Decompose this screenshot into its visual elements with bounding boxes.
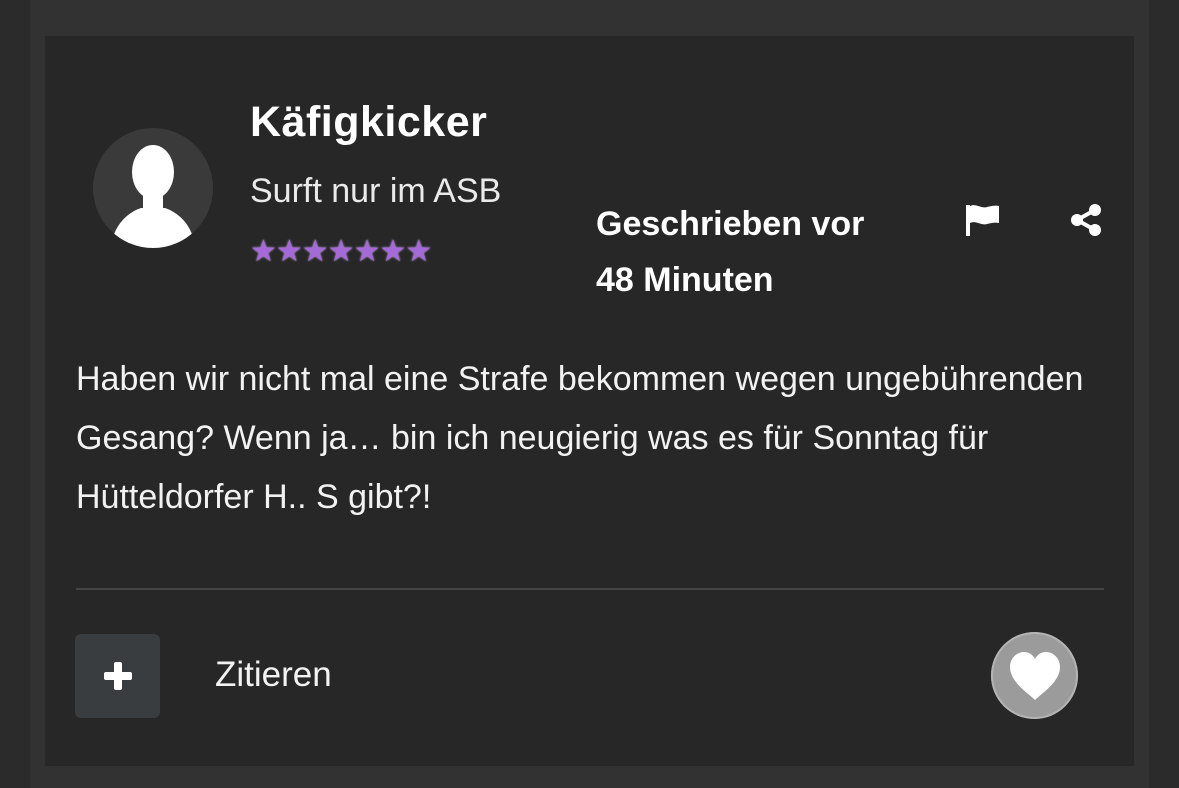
- avatar[interactable]: [93, 128, 213, 248]
- author-rank: Surft nur im ASB: [250, 172, 502, 210]
- posted-label: Geschrieben vor: [596, 205, 865, 243]
- post-content: Haben wir nicht mal eine Strafe bekommen…: [76, 360, 1084, 516]
- report-button[interactable]: [960, 198, 1004, 242]
- share-icon: [1071, 204, 1101, 236]
- posted-time: 48 Minuten: [596, 261, 774, 299]
- flag-icon: [966, 205, 999, 236]
- plus-icon: [103, 662, 132, 690]
- multiquote-button[interactable]: [75, 634, 160, 718]
- share-button[interactable]: [1064, 198, 1108, 242]
- user-silhouette-icon: [111, 145, 195, 248]
- like-button[interactable]: [991, 632, 1078, 719]
- heart-icon: [1009, 651, 1060, 700]
- rank-stars: ★★★★★★★: [250, 235, 432, 268]
- quote-button[interactable]: Zitieren: [215, 655, 332, 695]
- post-timestamp[interactable]: Geschrieben vor 48 Minuten: [596, 196, 926, 308]
- divider: [76, 588, 1104, 590]
- author-name[interactable]: Käfigkicker: [250, 98, 487, 147]
